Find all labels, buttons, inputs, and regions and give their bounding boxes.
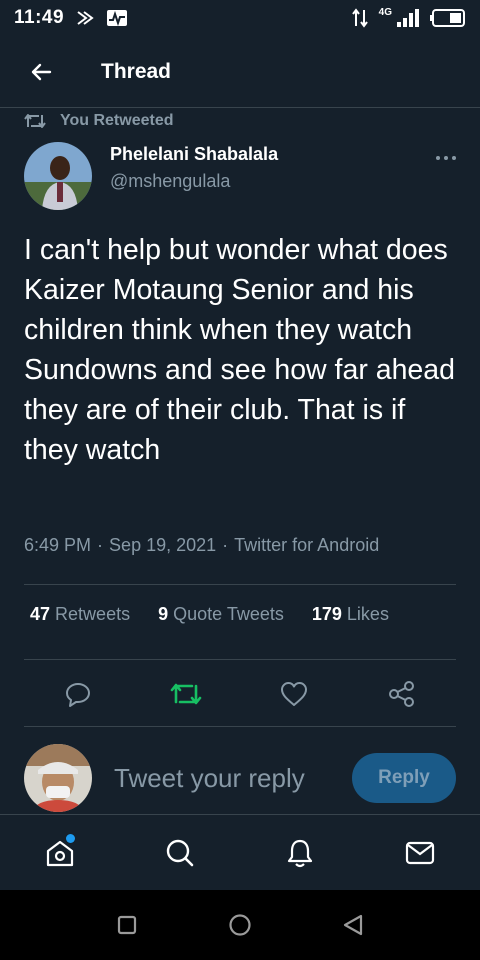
system-navigation — [0, 890, 480, 960]
reply-button[interactable] — [56, 672, 100, 716]
nav-messages[interactable] — [390, 823, 450, 883]
tweet-author-row: Phelelani Shabalala @mshengulala — [24, 141, 456, 211]
like-button[interactable] — [272, 672, 316, 716]
divider — [24, 584, 456, 585]
arrow-left-icon — [31, 63, 52, 80]
tweet-stats: 47 Retweets 9 Quote Tweets 179 Likes — [30, 604, 389, 625]
nav-notifications[interactable] — [270, 823, 330, 883]
user-avatar[interactable] — [24, 744, 92, 812]
bell-icon — [287, 839, 313, 867]
reply-submit-button[interactable]: Reply — [352, 753, 456, 803]
likes-label: Likes — [346, 604, 389, 624]
retweet-button[interactable] — [164, 672, 208, 716]
reply-input[interactable] — [114, 762, 330, 794]
tweet-time: 6:49 PM — [24, 535, 92, 555]
share-icon — [389, 681, 414, 707]
quote-tweets-stat[interactable]: 9 Quote Tweets — [158, 604, 284, 625]
retweets-stat[interactable]: 47 Retweets — [30, 604, 130, 625]
network-type-label: 4G — [378, 6, 392, 18]
tweet-meta: 6:49 PM · Sep 19, 2021 · Twitter for And… — [24, 535, 379, 556]
author-name[interactable]: Phelelani Shabalala — [110, 144, 278, 165]
recents-button[interactable] — [103, 901, 151, 949]
triangle-back-icon — [344, 914, 363, 936]
thread-header: Thread — [0, 36, 480, 108]
retweet-indicator-label: You Retweeted — [60, 112, 174, 129]
data-transfer-icon — [351, 8, 368, 28]
tweet-date: Sep 19, 2021 — [109, 535, 217, 555]
status-right: 4G — [351, 6, 466, 28]
nav-home[interactable] — [30, 823, 90, 883]
divider — [24, 659, 456, 660]
author-avatar[interactable] — [24, 142, 92, 210]
search-icon — [166, 839, 194, 866]
quote-count: 9 — [158, 604, 169, 624]
battery-icon — [430, 9, 465, 27]
author-handle[interactable]: @mshengulala — [110, 171, 278, 192]
status-time: 11:49 — [14, 7, 65, 28]
page-title: Thread — [101, 59, 172, 83]
signal-icon — [397, 9, 419, 27]
meta-separator: · — [97, 535, 104, 555]
share-button[interactable] — [380, 672, 424, 716]
more-horizontal-icon — [436, 156, 440, 160]
play-notification-icon — [77, 11, 94, 25]
activity-notification-icon — [107, 10, 128, 27]
back-system-button[interactable] — [329, 901, 377, 949]
tweet-source[interactable]: Twitter for Android — [234, 535, 379, 556]
heart-icon — [281, 682, 307, 706]
meta-separator: · — [222, 535, 229, 555]
tweet-text: I can't help but wonder what does Kaizer… — [24, 234, 455, 466]
home-system-button[interactable] — [216, 901, 264, 949]
status-left-icons — [76, 9, 128, 27]
back-button[interactable] — [13, 44, 69, 100]
retweet-icon — [24, 114, 46, 128]
bottom-navigation — [0, 814, 480, 890]
retweets-label: Retweets — [55, 604, 131, 624]
status-bar: 11:49 4G — [0, 0, 480, 36]
likes-stat[interactable]: 179 Likes — [312, 604, 389, 625]
retweets-count: 47 — [30, 604, 51, 624]
more-options-button[interactable] — [436, 150, 456, 166]
quote-label: Quote Tweets — [173, 604, 284, 624]
tweet-actions — [24, 672, 456, 716]
author-info: Phelelani Shabalala @mshengulala — [110, 144, 278, 192]
square-icon — [117, 915, 136, 935]
divider — [24, 726, 456, 727]
circle-icon — [229, 914, 251, 936]
retweet-indicator: You Retweeted — [24, 112, 174, 130]
nav-search[interactable] — [150, 823, 210, 883]
home-notification-dot — [66, 833, 75, 843]
mail-icon — [405, 841, 435, 864]
reply-composer: Reply — [24, 742, 456, 814]
likes-count: 179 — [311, 604, 342, 624]
comment-icon — [66, 683, 90, 707]
retweet-icon — [170, 683, 202, 705]
